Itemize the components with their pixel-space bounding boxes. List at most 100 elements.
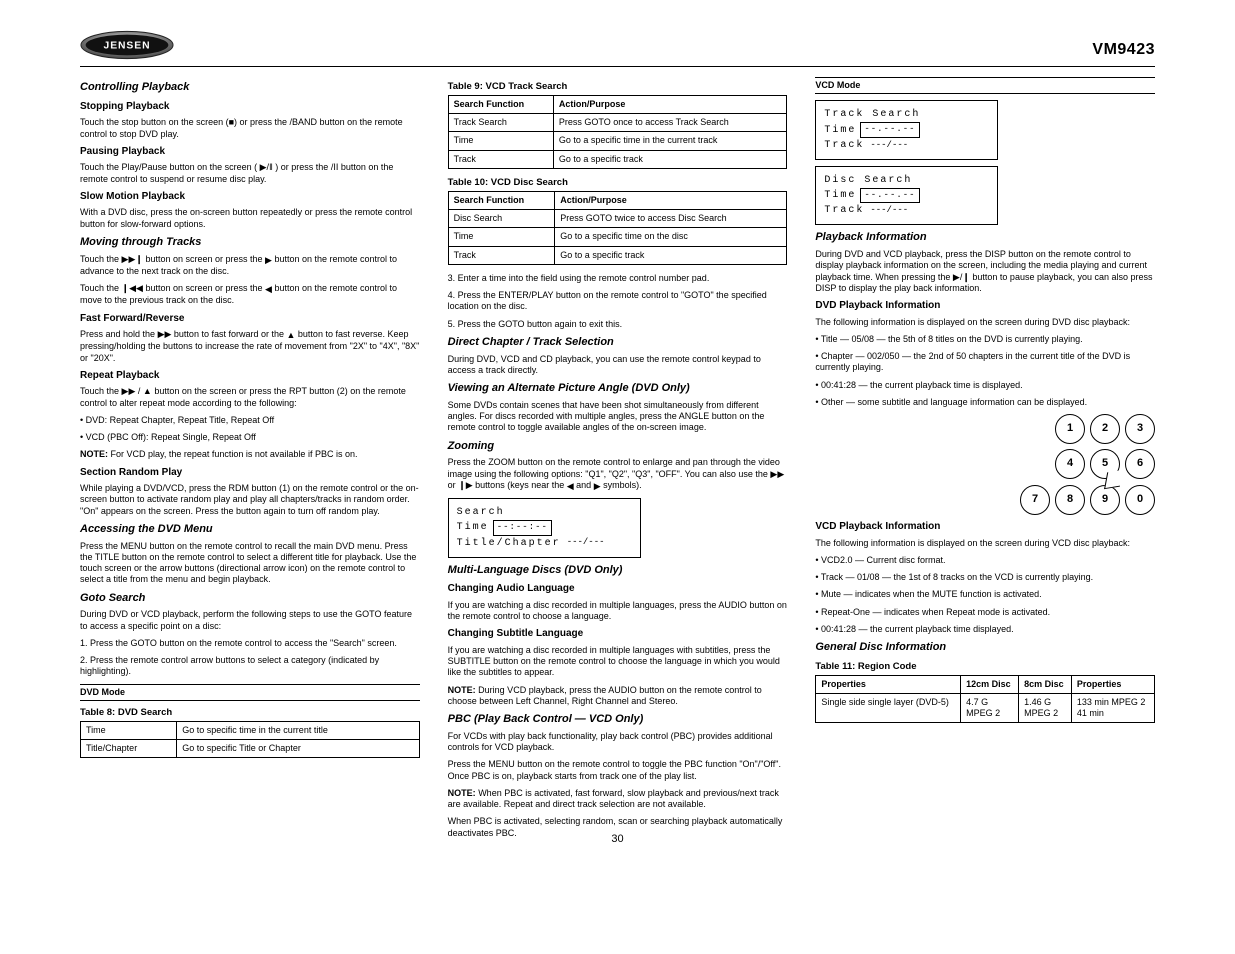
zoom-left-icon: ◀	[567, 481, 574, 492]
dvdinfo-2: • Chapter — 002/050 — the 2nd of 50 chap…	[815, 351, 1155, 374]
osd-search-tc-label: Title/Chapter	[457, 536, 561, 551]
vcdinfo-5: • 00:41:28 — the current playback time d…	[815, 624, 1155, 635]
goto-step1: 1. Press the GOTO button on the remote c…	[80, 638, 420, 649]
h-subtitle: Changing Subtitle Language	[448, 628, 788, 641]
note-pbc: NOTE: When PBC is activated, fast forwar…	[448, 788, 788, 811]
p-stopping: Touch the stop button on the screen (■) …	[80, 117, 420, 140]
h-region: General Disc Information	[815, 641, 1155, 655]
p-angle: Some DVDs contain scenes that have been …	[448, 400, 788, 434]
page-number: 30	[611, 833, 623, 847]
table-row: Disc SearchPress GOTO twice to access Di…	[448, 210, 787, 228]
h-disp: Playback Information	[815, 231, 1155, 245]
left-arrow-icon: ◀	[265, 284, 272, 295]
vcdinfo-2: • Track — 01/08 — the 1st of 8 tracks on…	[815, 572, 1155, 583]
osd-search-title: Search	[457, 505, 632, 520]
keypad-1[interactable]: 1	[1055, 414, 1085, 444]
osd-search-time-label: Time	[457, 520, 489, 535]
keypad-6[interactable]: 6	[1125, 449, 1155, 479]
p-moving-next: Touch the ▶▶❙ button on screen or press …	[80, 254, 420, 278]
note-repeat: NOTE: For VCD play, the repeat function …	[80, 449, 420, 460]
keypad-4[interactable]: 4	[1055, 449, 1085, 479]
osd-track-title: Track Search	[824, 107, 989, 122]
osd-disc-title: Disc Search	[824, 173, 989, 188]
fast-forward-icon: ▶▶	[158, 329, 172, 339]
h-repeat: Repeat Playback	[80, 370, 420, 383]
keypad-9[interactable]: 9	[1090, 485, 1120, 515]
svg-text:JENSEN: JENSEN	[104, 40, 151, 51]
remote-keypad: 1 2 3 4 5 6	[1055, 414, 1155, 479]
middle-column: Table 9: VCD Track Search Search Functio…	[448, 75, 788, 845]
keypad-3[interactable]: 3	[1125, 414, 1155, 444]
table-row: TimeGo to a specific time in the current…	[448, 132, 787, 150]
table-row: TrackGo to a specific track	[448, 246, 787, 264]
repeat-icon-a: ▶▶	[122, 386, 136, 396]
keypad-2[interactable]: 2	[1090, 414, 1120, 444]
table-vcd-track-search: Table 9: VCD Track Search Search Functio…	[448, 81, 788, 169]
keypad-7[interactable]: 7	[1020, 485, 1050, 515]
keypad-8[interactable]: 8	[1055, 485, 1085, 515]
p-ffrw: Press and hold the ▶▶ button to fast for…	[80, 329, 420, 364]
vcdinfo-4: • Repeat-One — indicates when Repeat mod…	[815, 607, 1155, 618]
table-dvd-search: Table 8: DVD Search TimeGo to specific t…	[80, 707, 420, 758]
table-row: Title/ChapterGo to specific Title or Cha…	[81, 739, 420, 757]
model-number: VM9423	[1092, 40, 1155, 60]
p-goto: During DVD or VCD playback, perform the …	[80, 609, 420, 632]
p-pausing: Touch the Play/Pause button on the scree…	[80, 162, 420, 185]
osd-track-search-box: Track Search Time --.--.-- Track ---/---	[815, 100, 998, 160]
p-random: While playing a DVD/VCD, press the RDM b…	[80, 483, 420, 517]
osd-disc-time-label: Time	[824, 188, 856, 203]
h-access: Accessing the DVD Menu	[80, 523, 420, 537]
table-row: TrackGo to a specific track	[448, 150, 787, 168]
osd-track-time-field: --.--.--	[860, 122, 919, 138]
osd-track-time-label: Time	[824, 123, 856, 138]
list-dvd: • DVD: Repeat Chapter, Repeat Title, Rep…	[80, 415, 420, 426]
osd-track-track-field: ---/---	[870, 139, 908, 153]
p-direct: During DVD, VCD and CD playback, you can…	[448, 354, 788, 377]
table-row: Track SearchPress GOTO once to access Tr…	[448, 114, 787, 132]
dvdinfo-1: • Title — 05/08 — the 5th of 8 titles on…	[815, 334, 1155, 345]
table-row: TimeGo to specific time in the current t…	[81, 721, 420, 739]
repeat-icon-b: ▲	[143, 386, 152, 396]
h-multi: Multi-Language Discs (DVD Only)	[448, 564, 788, 578]
osd-disc-search-box: Disc Search Time --.--.-- Track ---/---	[815, 166, 998, 226]
right-arrow-icon: ▶	[265, 255, 272, 266]
table-row: TimeGo to a specific time on the disc	[448, 228, 787, 246]
h-pausing: Pausing Playback	[80, 146, 420, 159]
table-row: Single side single layer (DVD-5) 4.7 GMP…	[816, 693, 1155, 723]
keypad-5[interactable]: 5	[1090, 449, 1120, 479]
lbl-vcd-mode: VCD Mode	[815, 77, 1155, 94]
h-controlling: Controlling Playback	[80, 81, 420, 95]
h-pbc: PBC (Play Back Control — VCD Only)	[448, 713, 788, 727]
p-dvdinfo-intro: The following information is displayed o…	[815, 317, 1155, 328]
table-region: Table 11: Region Code Properties 12cm Di…	[815, 661, 1155, 724]
h-random: Section Random Play	[80, 467, 420, 480]
h-vcdinfo: VCD Playback Information	[815, 521, 1155, 534]
p-repeat: Touch the ▶▶ / ▲ button on the screen or…	[80, 386, 420, 409]
play-pause-icon: ▶/ǁ	[260, 162, 273, 172]
right-column: VCD Mode Track Search Time --.--.-- Trac…	[815, 75, 1155, 845]
osd-disc-track-label: Track	[824, 203, 864, 218]
h-audio: Changing Audio Language	[448, 583, 788, 596]
keypad-0[interactable]: 0	[1125, 485, 1155, 515]
goto-step2: 2. Press the remote control arrow button…	[80, 655, 420, 678]
up-arrow-icon: ▲	[286, 330, 295, 341]
h-angle: Viewing an Alternate Picture Angle (DVD …	[448, 382, 788, 396]
prev-track-icon: ❙◀◀	[122, 283, 143, 293]
osd-track-track-label: Track	[824, 138, 864, 153]
h-ffrw: Fast Forward/Reverse	[80, 313, 420, 326]
osd-search-time-field: --:--:--	[493, 520, 552, 536]
vcdinfo-1: • VCD2.0 — Current disc format.	[815, 555, 1155, 566]
p-pbc-intro: For VCDs with play back functionality, p…	[448, 731, 788, 754]
p-subtitle: If you are watching a disc recorded in m…	[448, 645, 788, 679]
h-zoom: Zooming	[448, 440, 788, 454]
lbl-dvd-mode: DVD Mode	[80, 684, 420, 701]
zoom-ff-icon: ▶▶	[770, 469, 784, 479]
h-moving: Moving through Tracks	[80, 236, 420, 250]
p-access: Press the MENU button on the remote cont…	[80, 541, 420, 586]
list-vcd: • VCD (PBC Off): Repeat Single, Repeat O…	[80, 432, 420, 443]
h-slow: Slow Motion Playback	[80, 191, 420, 204]
h-stopping: Stopping Playback	[80, 101, 420, 114]
goto-step3: 3. Enter a time into the field using the…	[448, 273, 788, 284]
h-direct: Direct Chapter / Track Selection	[448, 336, 788, 350]
play-pause-icon-2: ▶/❙	[953, 272, 970, 282]
